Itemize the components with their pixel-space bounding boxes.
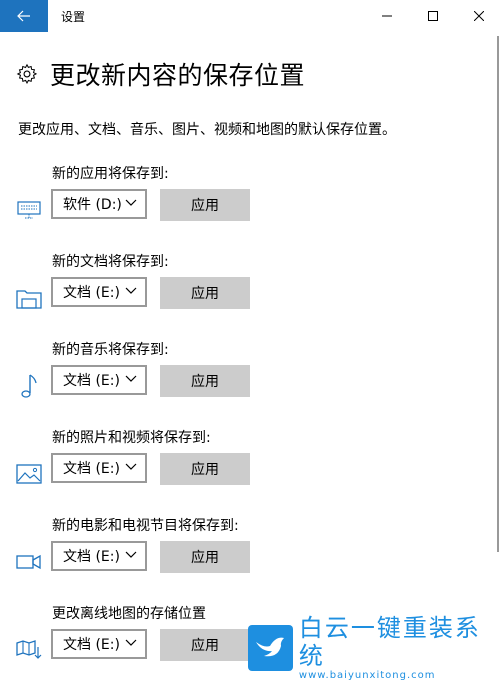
window-title: 设置: [61, 10, 86, 24]
section-label: 更改离线地图的存储位置: [52, 606, 206, 622]
apply-button[interactable]: 应用: [160, 365, 250, 397]
chevron-down-icon: [125, 463, 137, 470]
monitor-icon: [15, 196, 43, 224]
close-icon: [474, 11, 484, 21]
section-photos: 新的照片和视频将保存到: 文档 (E:) 应用: [0, 427, 502, 507]
folder-icon: [15, 284, 43, 312]
page-title: 更改新内容的保存位置: [50, 61, 306, 90]
map-download-icon: [15, 636, 43, 664]
drive-select[interactable]: 软件 (D:): [51, 189, 147, 219]
back-arrow-icon: [17, 10, 30, 22]
apply-button[interactable]: 应用: [160, 629, 250, 661]
apply-button[interactable]: 应用: [160, 189, 250, 221]
back-button[interactable]: [0, 0, 48, 32]
drive-select-value: 文档 (E:): [63, 549, 120, 565]
chevron-down-icon: [125, 551, 137, 558]
drive-select[interactable]: 文档 (E:): [51, 365, 147, 395]
drive-select-value: 文档 (E:): [63, 461, 120, 477]
section-music: 新的音乐将保存到: 文档 (E:) 应用: [0, 339, 502, 419]
chevron-down-icon: [125, 287, 137, 294]
chevron-down-icon: [125, 199, 137, 206]
watermark-url: www.baiyunxitong.com: [298, 670, 436, 681]
minimize-button[interactable]: [364, 0, 410, 32]
chevron-down-icon: [125, 639, 137, 646]
close-button[interactable]: [456, 0, 502, 32]
section-label: 新的音乐将保存到:: [52, 342, 169, 358]
section-label: 新的照片和视频将保存到:: [52, 430, 211, 446]
section-apps: 新的应用将保存到: 软件 (D:) 应用: [0, 163, 502, 243]
maximize-button[interactable]: [410, 0, 456, 32]
minimize-icon: [382, 15, 392, 17]
section-label: 新的应用将保存到:: [52, 166, 169, 182]
picture-icon: [15, 460, 43, 488]
section-movies: 新的电影和电视节目将保存到: 文档 (E:) 应用: [0, 515, 502, 595]
chevron-down-icon: [125, 375, 137, 382]
drive-select[interactable]: 文档 (E:): [51, 629, 147, 659]
apply-button[interactable]: 应用: [160, 453, 250, 485]
apply-button[interactable]: 应用: [160, 541, 250, 573]
drive-select-value: 软件 (D:): [63, 197, 122, 213]
music-note-icon: [15, 372, 43, 400]
drive-select[interactable]: 文档 (E:): [51, 453, 147, 483]
gear-icon: [16, 63, 38, 85]
watermark: 白云一键重装系统 www.baiyunxitong.com: [248, 614, 502, 681]
title-bar: 设置: [0, 0, 502, 32]
drive-select-value: 文档 (E:): [63, 373, 120, 389]
video-camera-icon: [15, 548, 43, 576]
section-documents: 新的文档将保存到: 文档 (E:) 应用: [0, 251, 502, 331]
page-description: 更改应用、文档、音乐、图片、视频和地图的默认保存位置。: [18, 122, 396, 138]
drive-select-value: 文档 (E:): [63, 285, 120, 301]
scrollbar[interactable]: [497, 36, 499, 552]
watermark-title: 白云一键重装系统: [298, 614, 481, 670]
drive-select[interactable]: 文档 (E:): [51, 277, 147, 307]
drive-select[interactable]: 文档 (E:): [51, 541, 147, 571]
page-header: 更改新内容的保存位置: [16, 56, 305, 92]
apply-button[interactable]: 应用: [160, 277, 250, 309]
maximize-icon: [428, 11, 438, 21]
section-label: 新的文档将保存到:: [52, 254, 169, 270]
section-label: 新的电影和电视节目将保存到:: [52, 518, 239, 534]
bird-logo-icon: [248, 624, 293, 671]
drive-select-value: 文档 (E:): [63, 637, 120, 653]
